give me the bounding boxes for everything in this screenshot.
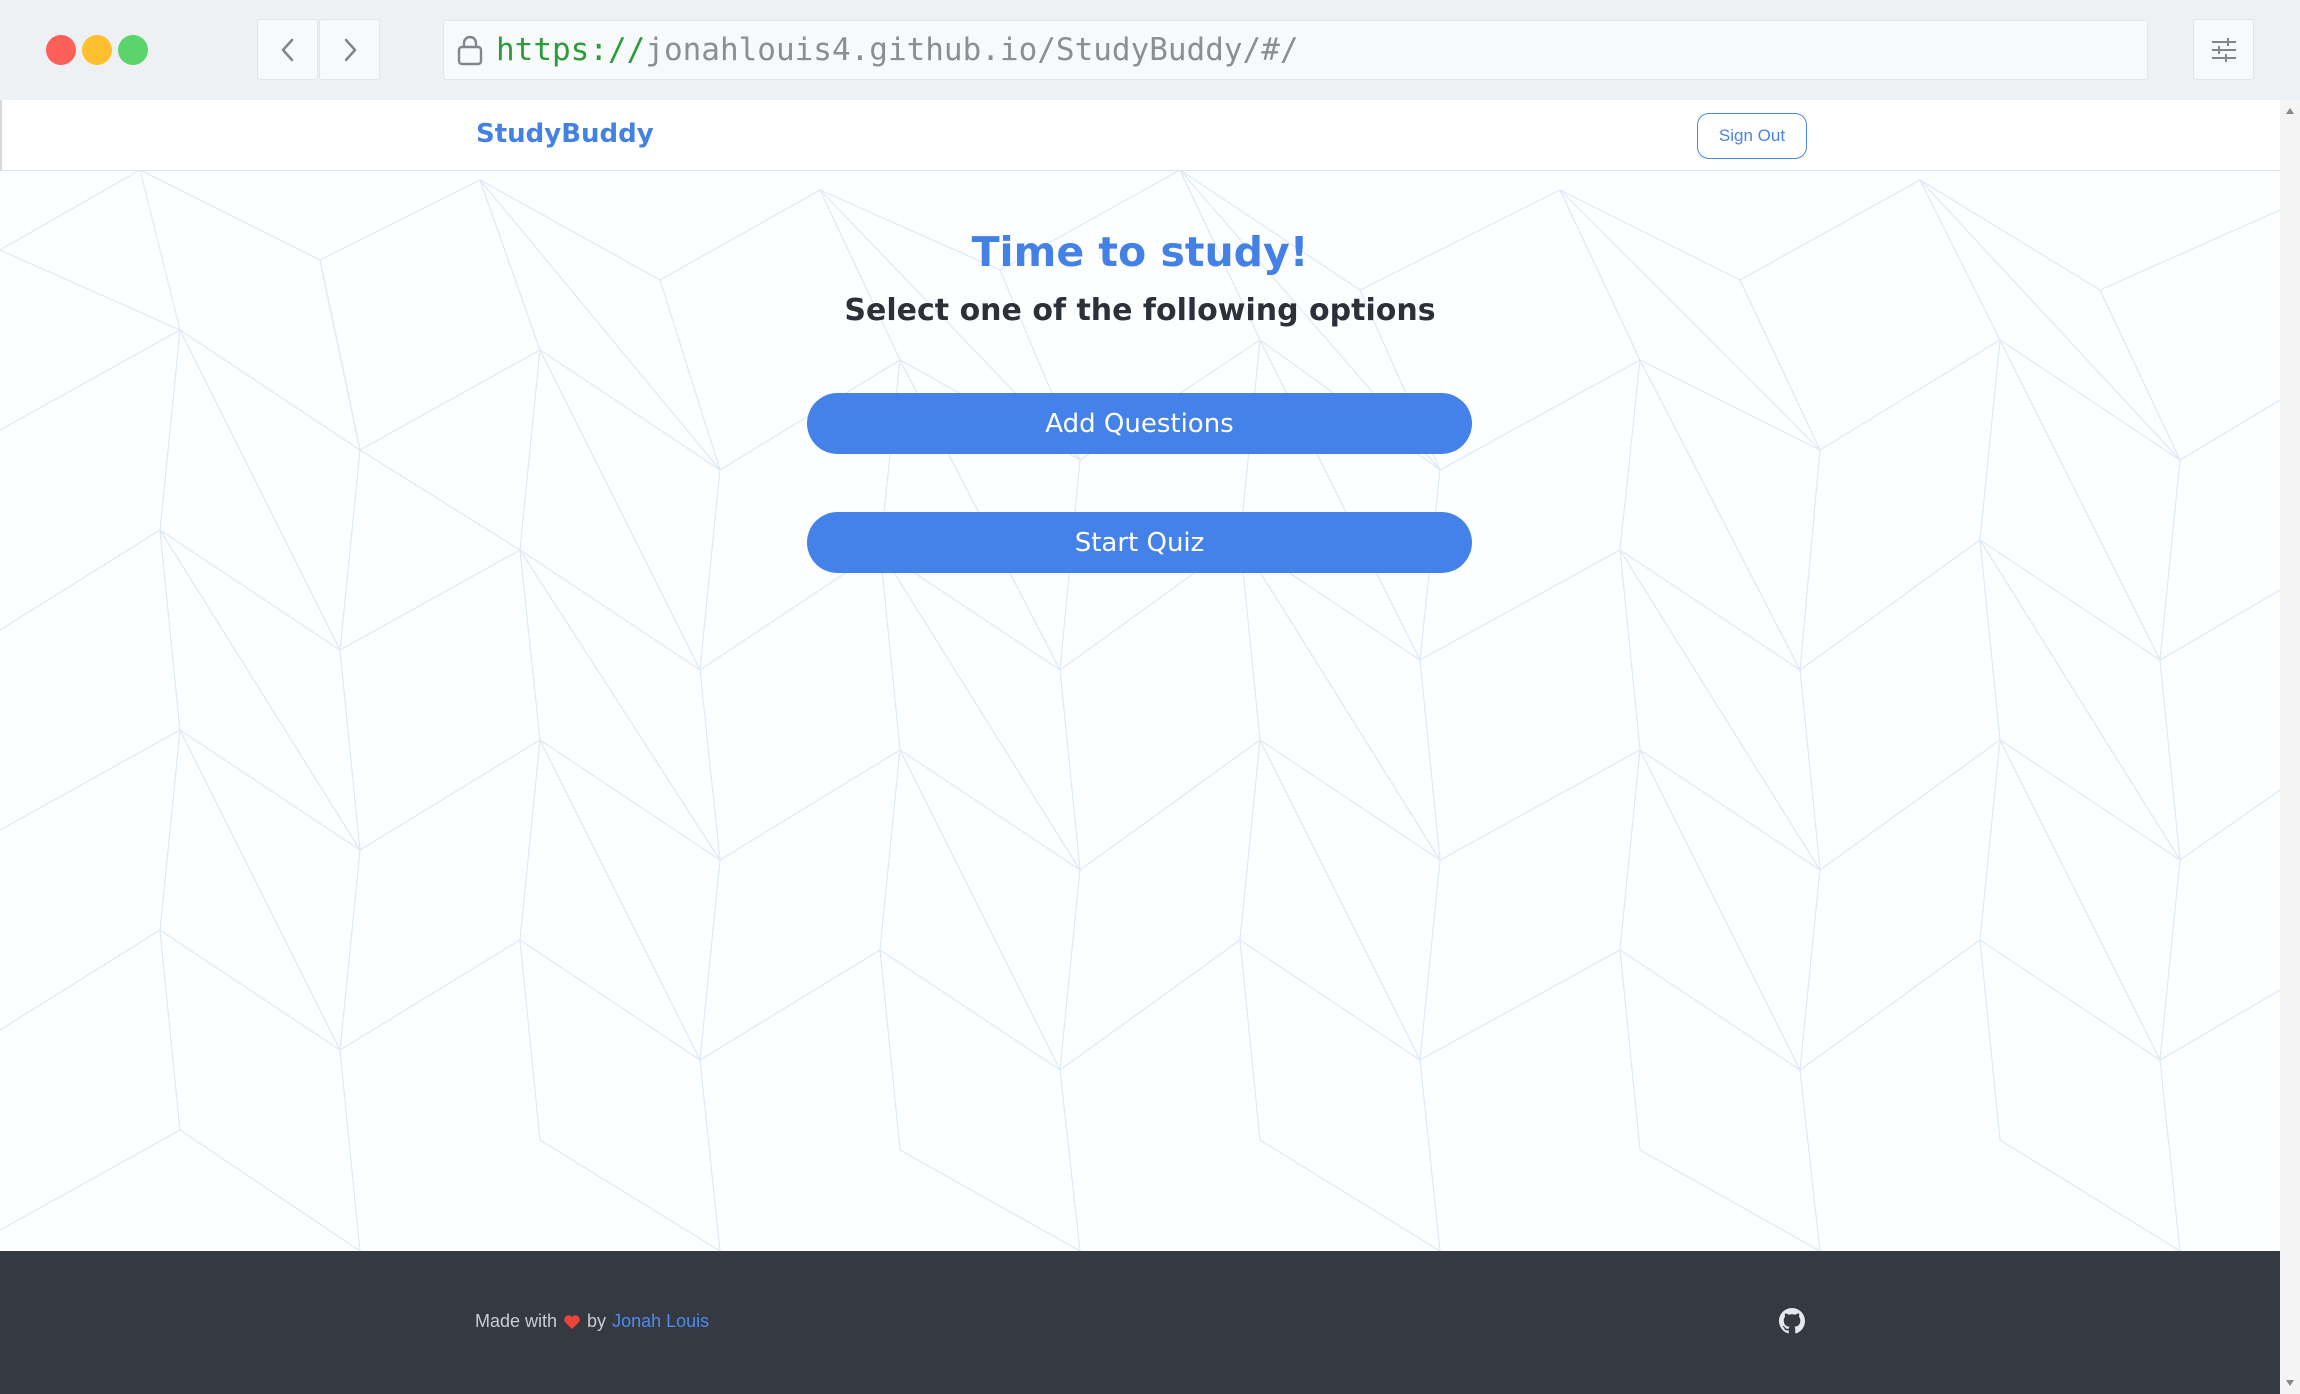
sliders-icon bbox=[2211, 37, 2236, 62]
github-icon[interactable] bbox=[1779, 1308, 1805, 1334]
brand-logo-link[interactable]: StudyBuddy bbox=[476, 119, 654, 149]
by-text: by bbox=[587, 1311, 607, 1331]
page-title: Time to study! bbox=[971, 228, 1309, 276]
url-text: https://jonahlouis4.github.io/StudyBuddy… bbox=[496, 32, 1299, 68]
address-bar[interactable]: https://jonahlouis4.github.io/StudyBuddy… bbox=[443, 20, 2148, 80]
footer: Made with by Jonah Louis bbox=[0, 1251, 2280, 1394]
page-scrollbar[interactable] bbox=[2280, 100, 2300, 1394]
add-questions-button[interactable]: Add Questions bbox=[807, 393, 1472, 454]
minimize-window-button[interactable] bbox=[82, 35, 112, 65]
sign-out-button[interactable]: Sign Out bbox=[1697, 113, 1807, 159]
top-navbar: StudyBuddy Sign Out bbox=[0, 100, 2280, 171]
start-quiz-button[interactable]: Start Quiz bbox=[807, 512, 1472, 573]
chevron-left-icon bbox=[281, 38, 293, 61]
url-host-path: jonahlouis4.github.io/StudyBuddy/#/ bbox=[645, 32, 1299, 68]
page-subtitle: Select one of the following options bbox=[844, 293, 1436, 328]
heart-icon bbox=[563, 1314, 581, 1330]
browser-settings-button[interactable] bbox=[2193, 19, 2254, 80]
footer-credit: Made with by Jonah Louis bbox=[475, 1311, 709, 1332]
browser-chrome: https://jonahlouis4.github.io/StudyBuddy… bbox=[0, 0, 2300, 100]
url-scheme: https:// bbox=[496, 32, 646, 68]
back-button[interactable] bbox=[257, 19, 318, 80]
scroll-down-arrow-icon[interactable] bbox=[2286, 1380, 2294, 1386]
author-link[interactable]: Jonah Louis bbox=[612, 1311, 709, 1332]
made-with-text: Made with bbox=[475, 1311, 558, 1331]
background-pattern bbox=[0, 170, 2280, 1251]
close-window-button[interactable] bbox=[46, 35, 76, 65]
page-viewport: StudyBuddy Sign Out Time to study! Selec… bbox=[0, 100, 2280, 1394]
forward-button[interactable] bbox=[319, 19, 380, 80]
maximize-window-button[interactable] bbox=[118, 35, 148, 65]
chevron-right-icon bbox=[344, 38, 356, 61]
lock-icon bbox=[456, 34, 484, 66]
scroll-up-arrow-icon[interactable] bbox=[2286, 108, 2294, 114]
